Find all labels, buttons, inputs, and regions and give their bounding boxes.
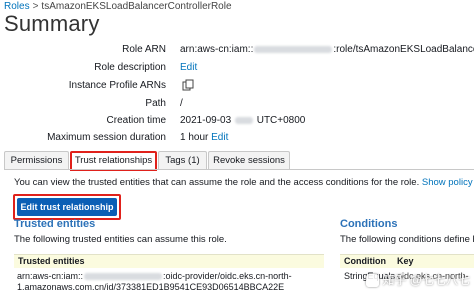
path-value: / bbox=[180, 98, 183, 109]
trusted-entity-line2: 1.amazonaws.com.cn/id/373381ED1B9541CE93… bbox=[17, 282, 285, 292]
role-arn-value: arn:aws-cn:iam:::role/tsAmazonEKSLoadBal… bbox=[180, 42, 474, 58]
creation-time-value: 2021-09-03 UTC+0800 bbox=[180, 113, 305, 129]
instance-profile-label: Instance Profile ARNs bbox=[68, 80, 166, 91]
trusted-entities-subtitle: The following trusted entities can assum… bbox=[14, 234, 227, 245]
role-description-label: Role description bbox=[94, 62, 166, 73]
trusted-entities-title: Trusted entities bbox=[14, 218, 96, 230]
conditions-subtitle: The following conditions define how and bbox=[340, 234, 474, 245]
watermark-text: 知乎 @七七八七 bbox=[382, 273, 470, 287]
trust-info-text: You can view the trusted entities that c… bbox=[14, 177, 420, 188]
creation-date: 2021-09-03 bbox=[180, 115, 232, 126]
row-role-arn: Role ARN arn:aws-cn:iam:::role/tsAmazonE… bbox=[0, 42, 474, 58]
zhihu-logo-icon bbox=[366, 274, 380, 288]
redacted-account-id bbox=[254, 45, 333, 53]
entity-arn-suffix: :oidc-provider/oidc.eks.cn-north- bbox=[163, 271, 292, 281]
trusted-entity-line1: arn:aws-cn:iam:::oidc-provider/oidc.eks.… bbox=[17, 271, 292, 281]
edit-description-link[interactable]: Edit bbox=[180, 62, 197, 73]
copy-icon[interactable] bbox=[182, 79, 194, 91]
tab-trust-relationships[interactable]: Trust relationships bbox=[70, 151, 157, 171]
role-arn-label: Role ARN bbox=[122, 44, 166, 55]
max-session-value: 1 hour bbox=[180, 132, 209, 143]
creation-timezone: UTC+0800 bbox=[256, 115, 306, 126]
entity-arn-prefix: arn:aws-cn:iam:: bbox=[17, 271, 84, 281]
row-max-session: Maximum session duration 1 hour Edit bbox=[0, 130, 474, 146]
tab-revoke-sessions[interactable]: Revoke sessions bbox=[208, 151, 290, 169]
tab-divider bbox=[4, 169, 474, 170]
condition-column-header: Condition bbox=[344, 256, 386, 266]
row-creation-time: Creation time 2021-09-03 UTC+0800 bbox=[0, 113, 474, 129]
iam-role-summary-page: Roles > tsAmazonEKSLoadBalancerControllerR… bbox=[0, 0, 474, 294]
redacted-time bbox=[234, 116, 253, 124]
conditions-title: Conditions bbox=[340, 218, 398, 230]
max-session-label: Maximum session duration bbox=[47, 132, 166, 143]
trusted-entities-table-header: Trusted entities bbox=[14, 254, 324, 268]
row-instance-profile: Instance Profile ARNs bbox=[0, 78, 474, 94]
page-title: Summary bbox=[4, 11, 100, 36]
tab-tags[interactable]: Tags (1) bbox=[158, 151, 207, 169]
conditions-table-header: Condition Key bbox=[340, 254, 474, 268]
row-path: Path / bbox=[0, 96, 474, 112]
watermark: 知乎 @七七八七 bbox=[366, 271, 470, 288]
role-arn-prefix: arn:aws-cn:iam:: bbox=[180, 44, 254, 55]
creation-time-label: Creation time bbox=[106, 115, 166, 126]
trust-info: You can view the trusted entities that c… bbox=[14, 177, 474, 188]
edit-trust-relationship-label: Edit trust relationship bbox=[17, 198, 117, 216]
show-policy-document-link[interactable]: Show policy document bbox=[422, 177, 474, 188]
trusted-entities-column-header: Trusted entities bbox=[18, 256, 85, 266]
redacted-account-id bbox=[84, 273, 163, 281]
path-label: Path bbox=[145, 98, 166, 109]
tab-permissions[interactable]: Permissions bbox=[4, 151, 69, 169]
role-arn-suffix: :role/tsAmazonEKSLoadBalancerControllerR… bbox=[333, 44, 474, 55]
edit-trust-relationship-button[interactable]: Edit trust relationship bbox=[13, 194, 121, 220]
edit-max-session-link[interactable]: Edit bbox=[211, 132, 228, 143]
tab-bar: Permissions Trust relationships Tags (1)… bbox=[4, 151, 474, 171]
key-column-header: Key bbox=[397, 256, 414, 266]
row-role-description: Role description Edit bbox=[0, 60, 474, 76]
